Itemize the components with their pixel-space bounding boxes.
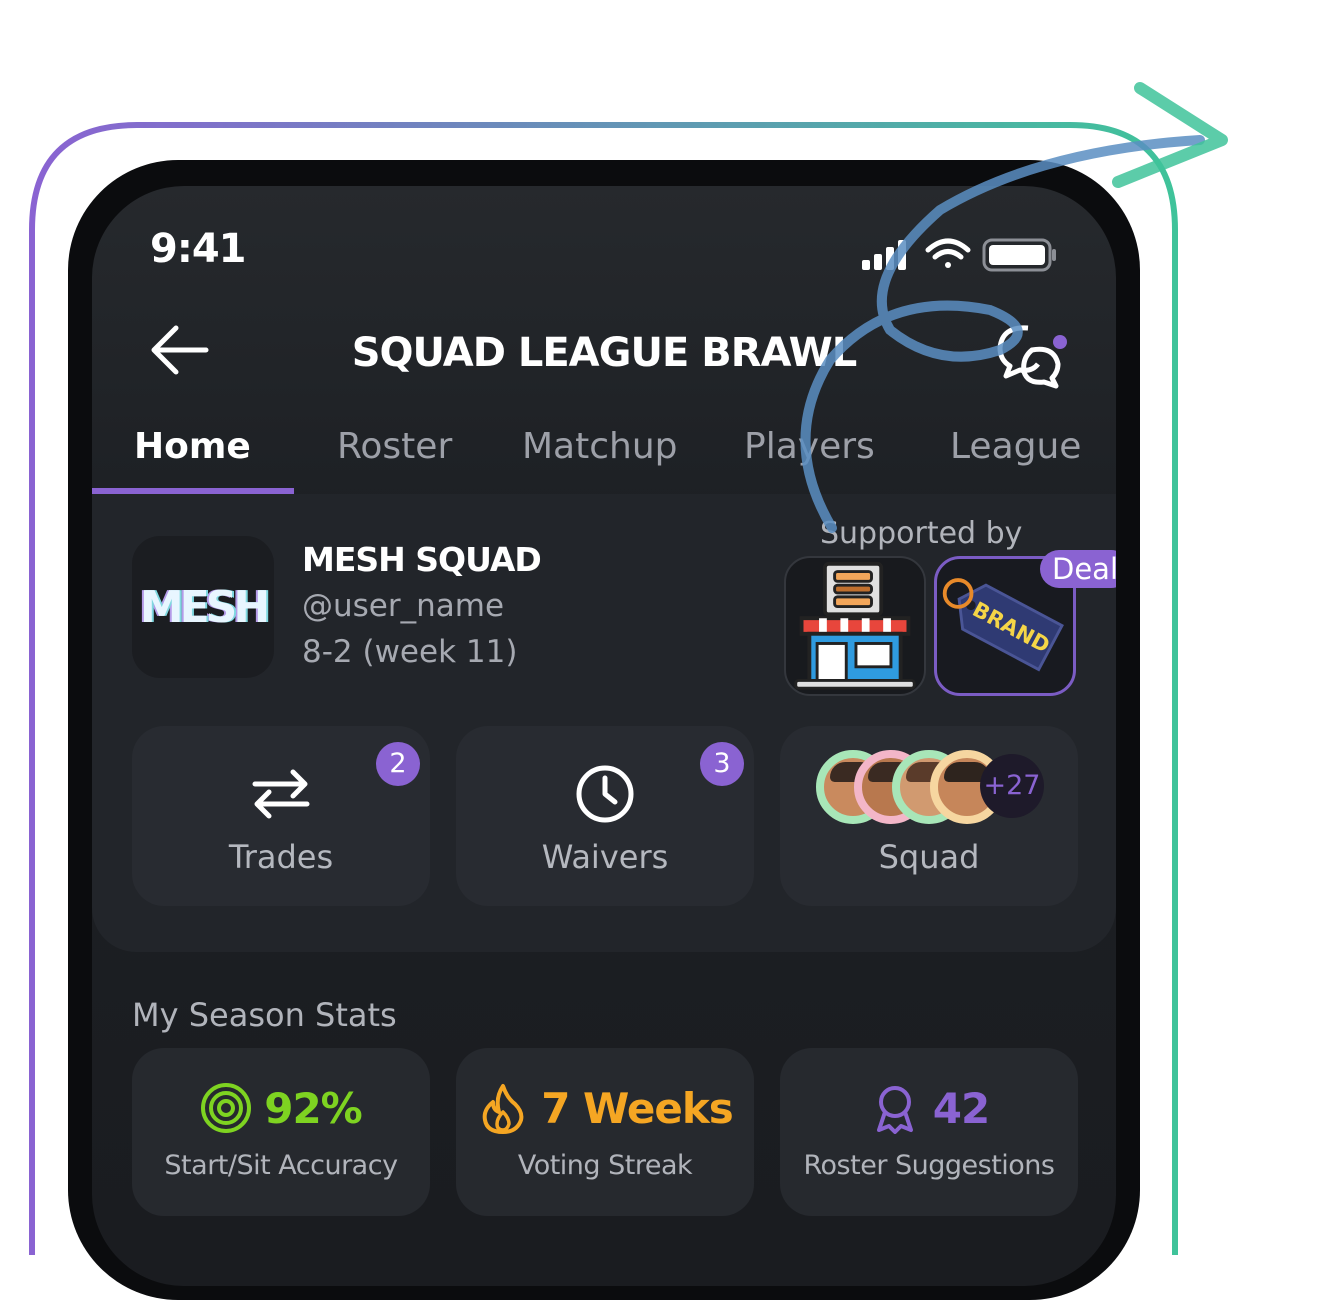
tab-bar: Home Roster Matchup Players League [92, 418, 1116, 496]
squad-more-count: +27 [980, 754, 1044, 818]
target-icon [201, 1083, 252, 1133]
team-username: @user_name [302, 588, 505, 624]
tab-players[interactable]: Players [744, 426, 875, 467]
flame-icon [482, 1084, 524, 1134]
deal-badge: Deal [1040, 550, 1116, 588]
waivers-count-badge: 3 [700, 742, 744, 786]
signal-icon [862, 240, 906, 270]
status-icons [862, 238, 1056, 272]
waivers-label: Waivers [541, 838, 669, 876]
team-record: 8-2 (week 11) [302, 634, 518, 670]
team-logo: MESH [132, 536, 274, 678]
swap-arrows-icon [252, 769, 310, 819]
status-time: 9:41 [150, 226, 246, 272]
app-screen: 9:41 SQUAD LEAGUE BRAWL Home Roster Matc… [92, 186, 1116, 1286]
team-summary: MESH MESH SQUAD @user_name 8-2 (week 11)… [92, 494, 1116, 952]
streak-label: Voting Streak [517, 1150, 693, 1181]
squad-avatar-stack: +27 [816, 750, 1046, 828]
suggestions-label: Roster Suggestions [803, 1150, 1055, 1181]
tab-roster[interactable]: Roster [337, 426, 452, 467]
stat-card-suggestions: 42 Roster Suggestions [780, 1048, 1078, 1216]
accuracy-value: 92% [264, 1083, 363, 1133]
suggestions-value: 42 [932, 1083, 990, 1133]
team-logo-text: MESH [139, 581, 270, 633]
storefront-icon [794, 561, 916, 690]
trades-button[interactable]: Trades 2 [132, 726, 430, 906]
award-ribbon-icon [876, 1086, 913, 1134]
season-stats-title: My Season Stats [132, 996, 397, 1034]
tab-league[interactable]: League [950, 426, 1081, 467]
chat-icon[interactable] [988, 314, 1072, 394]
trades-label: Trades [228, 838, 334, 876]
stat-card-streak: 7 Weeks Voting Streak [456, 1048, 754, 1216]
wifi-icon [925, 238, 971, 268]
waivers-button[interactable]: Waivers 3 [456, 726, 754, 906]
supported-by-label: Supported by [820, 516, 1023, 551]
battery-icon [982, 238, 1056, 272]
tab-matchup[interactable]: Matchup [522, 426, 678, 467]
stat-card-accuracy: 92% Start/Sit Accuracy [132, 1048, 430, 1216]
accuracy-label: Start/Sit Accuracy [164, 1150, 398, 1181]
tab-home[interactable]: Home [134, 426, 251, 467]
squad-button[interactable]: +27 Squad [780, 726, 1078, 906]
squad-label: Squad [878, 838, 980, 876]
back-arrow-icon[interactable] [148, 318, 212, 382]
sponsor-store-tile[interactable] [784, 556, 926, 696]
clock-icon [576, 765, 634, 823]
team-name: MESH SQUAD [302, 540, 542, 579]
page-title: SQUAD LEAGUE BRAWL [351, 330, 858, 376]
trades-count-badge: 2 [376, 742, 420, 786]
streak-value: 7 Weeks [541, 1083, 734, 1133]
